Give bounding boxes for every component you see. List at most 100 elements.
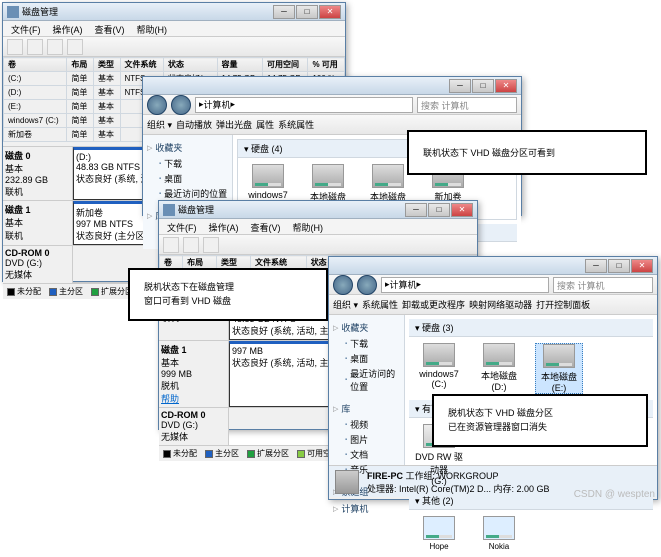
sidebar-documents[interactable]: 文档 bbox=[333, 447, 400, 462]
organize-button[interactable]: 组织 ▾ bbox=[147, 118, 172, 131]
col-type[interactable]: 类型 bbox=[93, 58, 120, 72]
menu-view[interactable]: 查看(V) bbox=[89, 21, 131, 36]
col-layout[interactable]: 布局 bbox=[67, 58, 94, 72]
back-icon[interactable] bbox=[7, 39, 23, 55]
sidebar-recent[interactable]: 最近访问的位置 bbox=[333, 366, 400, 394]
autoplay-button[interactable]: 自动播放 bbox=[176, 118, 212, 131]
controlpanel-button[interactable]: 打开控制面板 bbox=[536, 298, 590, 311]
menu-file[interactable]: 文件(F) bbox=[5, 21, 47, 36]
refresh-icon[interactable] bbox=[47, 39, 63, 55]
mapdrive-button[interactable]: 映射网络驱动器 bbox=[469, 298, 532, 311]
titlebar[interactable]: 磁盘管理 ─ □ ✕ bbox=[3, 3, 345, 21]
sidebar-desktop[interactable]: 桌面 bbox=[147, 171, 228, 186]
menubar: 文件(F) 操作(A) 查看(V) 帮助(H) bbox=[159, 219, 477, 235]
drive-icon bbox=[483, 343, 515, 367]
menu-help[interactable]: 帮助(H) bbox=[287, 219, 330, 234]
favorites-header[interactable]: 收藏夹 bbox=[147, 139, 228, 156]
computer-header[interactable]: 计算机 bbox=[333, 500, 400, 517]
drive-e[interactable]: 本地磁盘(E:) bbox=[535, 343, 583, 394]
menu-help[interactable]: 帮助(H) bbox=[131, 21, 174, 36]
sidebar-videos[interactable]: 视频 bbox=[333, 417, 400, 432]
drive-icon bbox=[252, 164, 284, 188]
close-button[interactable]: ✕ bbox=[495, 79, 517, 93]
minimize-button[interactable]: ─ bbox=[405, 203, 427, 217]
toolbar bbox=[159, 235, 477, 255]
forward-button[interactable] bbox=[171, 95, 191, 115]
device-icon bbox=[423, 516, 455, 540]
eject-button[interactable]: 弹出光盘 bbox=[216, 118, 252, 131]
address-bar[interactable]: ▸ 计算机 ▸ bbox=[195, 97, 413, 113]
back-button[interactable] bbox=[333, 275, 353, 295]
disk-label[interactable]: 磁盘 1 基本 999 MB 脱机 帮助 bbox=[159, 341, 229, 407]
uninstall-button[interactable]: 卸载或更改程序 bbox=[402, 298, 465, 311]
titlebar[interactable]: ─ □ ✕ bbox=[143, 77, 521, 95]
toolbar bbox=[3, 37, 345, 57]
sysprops-button[interactable]: 系统属性 bbox=[278, 118, 314, 131]
explorer-window-2: ─ □ ✕ ▸ 计算机 ▸ 搜索 计算机 组织 ▾ 系统属性 卸载或更改程序 映… bbox=[328, 256, 658, 500]
sid.desktop[interactable]: 桌面 bbox=[333, 351, 400, 366]
close-button[interactable]: ✕ bbox=[631, 259, 653, 273]
menu-file[interactable]: 文件(F) bbox=[161, 219, 203, 234]
window-title: 磁盘管理 bbox=[22, 5, 273, 18]
back-button[interactable] bbox=[147, 95, 167, 115]
forward-icon[interactable] bbox=[183, 237, 199, 253]
col-capacity[interactable]: 容量 bbox=[217, 58, 262, 72]
menu-action[interactable]: 操作(A) bbox=[47, 21, 89, 36]
sidebar-pictures[interactable]: 图片 bbox=[333, 432, 400, 447]
forward-button[interactable] bbox=[357, 275, 377, 295]
cdrom-label[interactable]: CD-ROM 0 DVD (G:) 无媒体 bbox=[159, 408, 229, 445]
forward-icon[interactable] bbox=[27, 39, 43, 55]
col-free[interactable]: 可用空间 bbox=[262, 58, 307, 72]
nav-toolbar: ▸ 计算机 ▸ 搜索 计算机 bbox=[329, 275, 657, 295]
cdrom-label[interactable]: CD-ROM 0 DVD (G:) 无媒体 bbox=[3, 246, 73, 283]
section-harddisk[interactable]: ▾ 硬盘 (3) bbox=[409, 319, 653, 337]
minimize-button[interactable]: ─ bbox=[449, 79, 471, 93]
maximize-button[interactable]: □ bbox=[472, 79, 494, 93]
titlebar[interactable]: 磁盘管理 ─ □ ✕ bbox=[159, 201, 477, 219]
nav-sidebar: 收藏夹 下载 桌面 最近访问的位置 库 视频 图片 文档 音乐 家庭组 计算机 bbox=[329, 315, 405, 465]
command-bar: 组织 ▾ 系统属性 卸载或更改程序 映射网络驱动器 打开控制面板 bbox=[329, 295, 657, 315]
app-icon bbox=[7, 6, 19, 18]
favorites-header[interactable]: 收藏夹 bbox=[333, 319, 400, 336]
minimize-button[interactable]: ─ bbox=[273, 5, 295, 19]
refresh-icon[interactable] bbox=[203, 237, 219, 253]
sidebar-downloads[interactable]: 下载 bbox=[147, 156, 228, 171]
disk-label[interactable]: 磁盘 1 基本 联机 bbox=[3, 201, 73, 245]
address-bar[interactable]: ▸ 计算机 ▸ bbox=[381, 277, 549, 293]
annotation-offline-dm: 脱机状态下在磁盘管理 窗口可看到 VHD 磁盘 bbox=[128, 268, 328, 321]
maximize-button[interactable]: □ bbox=[428, 203, 450, 217]
back-icon[interactable] bbox=[163, 237, 179, 253]
device-icon bbox=[483, 516, 515, 540]
drive-c[interactable]: windows7(C:) bbox=[415, 343, 463, 394]
menu-action[interactable]: 操作(A) bbox=[203, 219, 245, 234]
search-input[interactable]: 搜索 计算机 bbox=[417, 97, 517, 113]
libraries-header[interactable]: 库 bbox=[333, 400, 400, 417]
close-button[interactable]: ✕ bbox=[451, 203, 473, 217]
maximize-button[interactable]: □ bbox=[296, 5, 318, 19]
col-fs[interactable]: 文件系统 bbox=[120, 58, 164, 72]
drive-icon bbox=[372, 164, 404, 188]
col-status[interactable]: 状态 bbox=[164, 58, 217, 72]
properties-button[interactable]: 属性 bbox=[256, 118, 274, 131]
titlebar[interactable]: ─ □ ✕ bbox=[329, 257, 657, 275]
maximize-button[interactable]: □ bbox=[608, 259, 630, 273]
menu-view[interactable]: 查看(V) bbox=[245, 219, 287, 234]
organize-button[interactable]: 组织 ▾ bbox=[333, 298, 358, 311]
help-link[interactable]: 帮助 bbox=[161, 392, 226, 405]
help-icon[interactable] bbox=[67, 39, 83, 55]
disk-label[interactable]: 磁盘 0 基本 232.89 GB 联机 bbox=[3, 147, 73, 200]
drive-icon bbox=[423, 343, 455, 367]
annotation-offline-explorer: 脱机状态下 VHD 磁盘分区 已在资源管理器窗口消失 bbox=[432, 394, 648, 447]
sysprops-button[interactable]: 系统属性 bbox=[362, 298, 398, 311]
minimize-button[interactable]: ─ bbox=[585, 259, 607, 273]
search-input[interactable]: 搜索 计算机 bbox=[553, 277, 653, 293]
close-button[interactable]: ✕ bbox=[319, 5, 341, 19]
sidebar-downloads[interactable]: 下载 bbox=[333, 336, 400, 351]
drive-icon bbox=[312, 164, 344, 188]
col-pct[interactable]: % 可用 bbox=[308, 58, 345, 72]
device-nokia[interactable]: Nokia bbox=[475, 516, 523, 551]
col-volume[interactable]: 卷 bbox=[4, 58, 67, 72]
sidebar-recent[interactable]: 最近访问的位置 bbox=[147, 186, 228, 201]
drive-d[interactable]: 本地磁盘(D:) bbox=[475, 343, 523, 394]
device-hope[interactable]: Hope bbox=[415, 516, 463, 551]
